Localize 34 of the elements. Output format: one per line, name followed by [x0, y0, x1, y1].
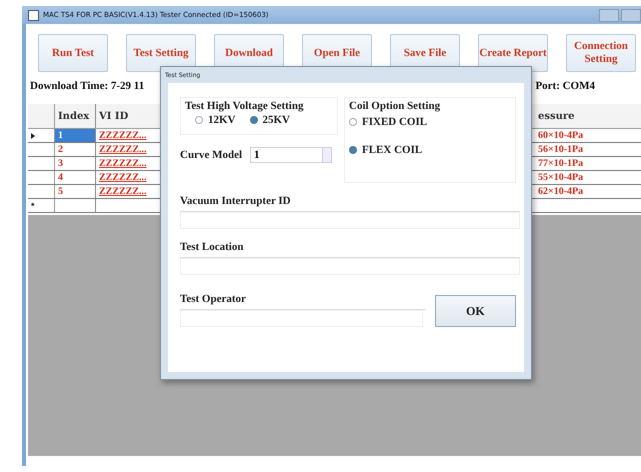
table-cell-text: 56×10-1Pa — [537, 143, 584, 156]
table-cell-text: 55×10-4Pa — [537, 171, 584, 184]
app-icon — [28, 10, 39, 20]
ok-button[interactable]: OK — [434, 295, 516, 327]
download-time: Download Time: 7-29 11 — [30, 80, 144, 94]
radio-option[interactable]: 25KV — [250, 114, 290, 126]
field-label: Vacuum Interrupter ID — [180, 195, 520, 212]
table-cell: 4 — [55, 171, 96, 184]
table-cell-text: 62×10-4Pa — [537, 185, 584, 198]
table-cell-text: 77×10-1Pa — [537, 157, 584, 170]
toolbar-button[interactable]: Test Setting — [126, 34, 196, 72]
input-field[interactable] — [180, 258, 520, 275]
column-header: essure — [537, 110, 576, 124]
window-controls-icon[interactable] — [599, 8, 641, 22]
field-label: Test Location — [180, 241, 520, 258]
field-label: Test Operator — [180, 293, 426, 310]
group-label: Coil Option Setting — [349, 100, 442, 112]
table-cell: 5 — [55, 185, 96, 198]
group-label: Test High Voltage Setting — [185, 100, 304, 112]
table-cell-text: 60×10-4Pa — [537, 129, 584, 142]
curve-model-spinner[interactable]: 1 — [250, 147, 332, 163]
toolbar-button[interactable]: Connection Setting — [566, 34, 636, 72]
port-label: Port: COM4 — [535, 80, 595, 94]
toolbar-button[interactable]: Run Test — [38, 34, 108, 72]
radio-option[interactable]: FIXED COIL — [349, 112, 511, 140]
column-header: Index — [55, 104, 96, 128]
table-cell: 3 — [55, 157, 96, 170]
curve-model-label: Curve Model — [180, 149, 242, 161]
input-field[interactable] — [180, 212, 520, 229]
radio-option[interactable]: 12KV — [195, 114, 236, 126]
table-cell: 1 — [55, 129, 96, 142]
input-field[interactable] — [180, 310, 423, 327]
radio-option[interactable]: FLEX COIL — [349, 140, 511, 168]
table-cell: 2 — [55, 143, 96, 156]
